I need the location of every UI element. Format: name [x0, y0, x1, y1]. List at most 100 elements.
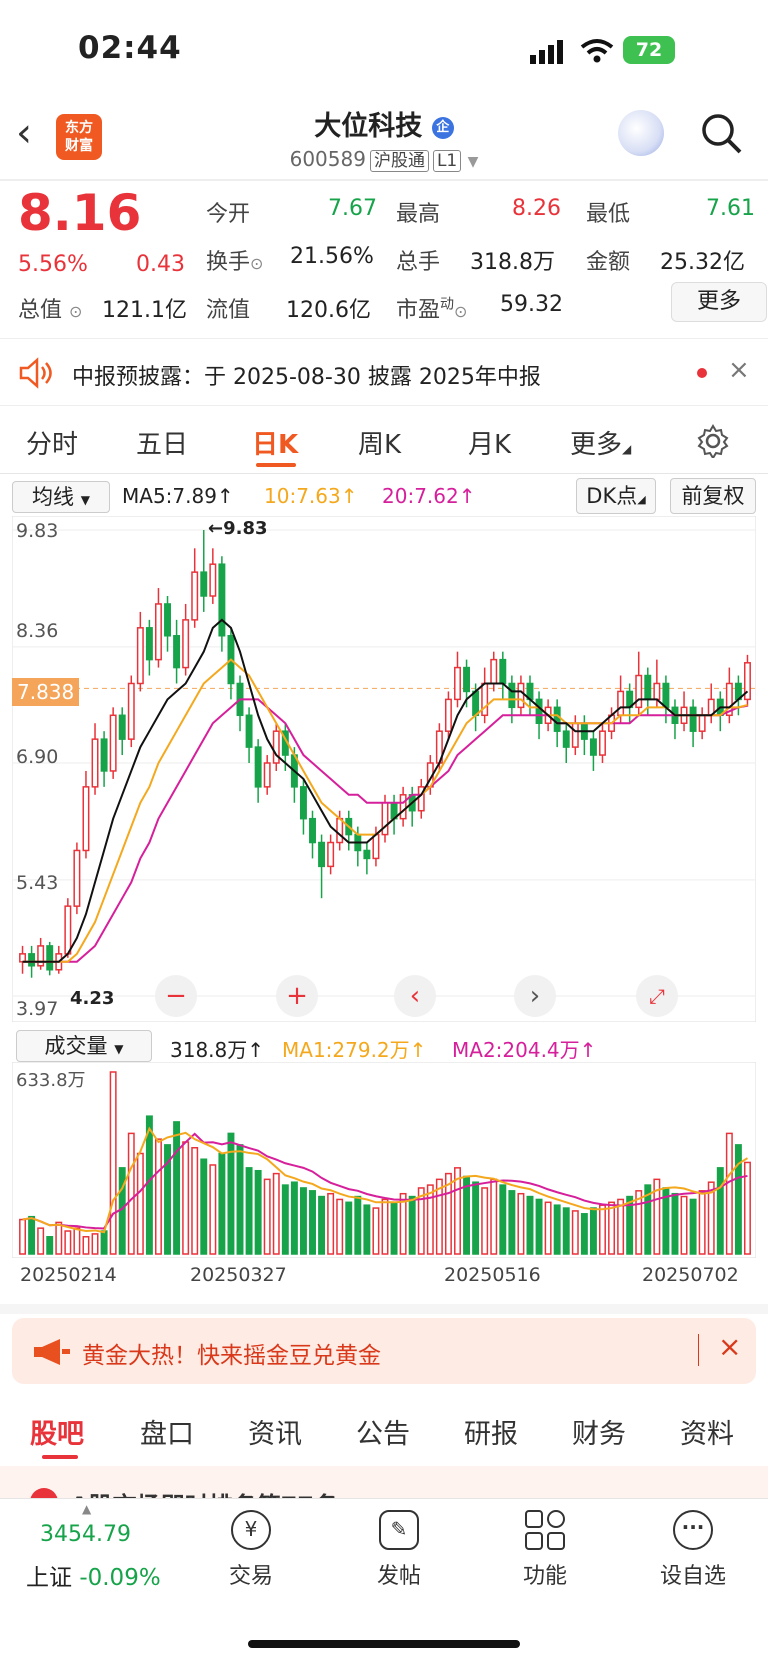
close-icon[interactable]: ×	[728, 355, 750, 385]
index-value[interactable]: 3454.79	[40, 1522, 131, 1547]
tab-guba[interactable]: 股吧	[30, 1412, 84, 1451]
tab-finance[interactable]: 财务	[572, 1412, 626, 1451]
last-price: 8.16	[18, 184, 142, 242]
volume-bar	[481, 1187, 489, 1255]
nav-functions[interactable]: 功能	[490, 1510, 600, 1590]
volume-bar	[336, 1198, 344, 1255]
volume-bar	[145, 1115, 153, 1255]
search-icon[interactable]	[700, 112, 744, 156]
kline-chart[interactable]	[12, 516, 756, 1022]
volume-bar	[426, 1184, 434, 1255]
volume-bar	[689, 1198, 697, 1255]
date-label: 20250516	[444, 1264, 541, 1286]
info-icon[interactable]: ⊙	[250, 254, 263, 273]
tab-profile[interactable]: 资料	[680, 1412, 734, 1451]
candle-body	[209, 563, 217, 597]
candle-body	[272, 730, 280, 764]
open-value: 7.67	[328, 196, 377, 221]
active-tab-indicator	[256, 463, 296, 467]
volume-bar	[127, 1132, 135, 1255]
ma10-value: 10:7.63↑	[264, 484, 358, 508]
volume-bar	[281, 1184, 289, 1255]
close-icon[interactable]: ×	[718, 1330, 741, 1363]
candle-body	[318, 841, 326, 868]
tab-pankou[interactable]: 盘口	[140, 1412, 194, 1451]
candle-body	[263, 762, 271, 788]
volume-bar	[472, 1181, 480, 1255]
status-bar: 02:44 72	[0, 0, 768, 100]
candle-body	[490, 658, 498, 685]
volume-value: 318.8万	[470, 250, 555, 275]
volume-bar	[272, 1172, 280, 1255]
settings-gear-icon[interactable]	[696, 424, 730, 458]
volume-selector-label: 成交量	[44, 1034, 108, 1058]
low-marker: 4.23	[70, 988, 115, 1009]
zoom-in-button[interactable]: +	[276, 975, 318, 1017]
index-row[interactable]: 上证 -0.09%	[26, 1558, 161, 1592]
volume-bar	[508, 1190, 516, 1255]
nav-post[interactable]: ✎ 发帖	[344, 1510, 454, 1590]
notice-text: 中报预披露：于 2025-08-30 披露 2025年中报	[72, 365, 541, 390]
volume-selector[interactable]: 成交量 ▼	[16, 1030, 152, 1062]
level-tag: L1	[432, 150, 462, 172]
candle-body	[617, 690, 625, 717]
volume-bar	[109, 1071, 117, 1255]
volume-bar	[55, 1221, 63, 1255]
tab-more[interactable]: 更多◢	[570, 424, 631, 461]
caret-down-icon: ▼	[467, 154, 479, 170]
volume-bar	[544, 1201, 552, 1255]
open-label: 今开	[206, 202, 251, 227]
tab-daily-k[interactable]: 日K	[252, 424, 298, 461]
nav-trade[interactable]: ¥ 交易	[196, 1510, 306, 1590]
volume-bar	[617, 1198, 625, 1255]
tab-intraday[interactable]: 分时	[26, 424, 78, 461]
candle-body	[19, 953, 26, 963]
volume-bar	[318, 1195, 326, 1255]
index-name: 上证	[26, 1565, 72, 1591]
tab-news[interactable]: 资讯	[248, 1412, 302, 1451]
tab-monthly-k[interactable]: 月K	[468, 424, 511, 461]
volume-chart[interactable]	[12, 1062, 756, 1258]
zoom-out-button[interactable]: −	[155, 975, 197, 1017]
volume-bar	[671, 1192, 679, 1255]
y-tick-label: 9.83	[16, 520, 59, 542]
info-icon[interactable]: ⊙	[69, 302, 82, 321]
battery-icon: 72	[623, 36, 675, 64]
volume-label: 总手	[396, 250, 441, 275]
volume-bar	[290, 1181, 298, 1255]
volume-bar	[82, 1236, 90, 1255]
tab-weekly-k[interactable]: 周K	[358, 424, 401, 461]
gold-banner[interactable]: 黄金大热！快来摇金豆兑黄金 ×	[12, 1318, 756, 1384]
more-quote-button[interactable]: 更多	[671, 282, 767, 322]
dropdown-icon: ▼	[80, 493, 90, 507]
tab-research[interactable]: 研报	[464, 1412, 518, 1451]
volume-bar	[562, 1207, 570, 1255]
info-icon[interactable]: ⊙	[454, 302, 467, 321]
dk-point-button[interactable]: DK点◢	[576, 478, 656, 514]
change-percent: 5.56%	[18, 252, 88, 277]
tab-more-label: 更多	[570, 430, 623, 460]
volume-bar	[218, 1152, 226, 1255]
fullscreen-button[interactable]: ⤢	[636, 975, 678, 1017]
dk-label: DK点	[586, 484, 638, 508]
trade-icon: ¥	[231, 1510, 271, 1550]
volume-bar	[100, 1230, 108, 1255]
candle-body	[454, 666, 461, 701]
adjust-button[interactable]: 前复权	[670, 478, 756, 514]
scroll-right-button[interactable]: ›	[514, 975, 556, 1017]
nav-add-watchlist[interactable]: ··· 设自选	[638, 1510, 748, 1590]
tab-five-day[interactable]: 五日	[136, 424, 188, 461]
notice-bar[interactable]: 中报预披露：于 2025-08-30 披露 2025年中报 ×	[0, 338, 768, 406]
volume-bar	[734, 1144, 742, 1255]
tab-announcements[interactable]: 公告	[356, 1412, 410, 1451]
candle-body	[653, 682, 661, 701]
candle-body	[644, 674, 652, 701]
ma-selector[interactable]: 均线 ▼	[12, 481, 110, 513]
volume-bar	[571, 1210, 579, 1255]
volume-bar	[154, 1138, 162, 1255]
y-tick-label: 8.36	[16, 620, 59, 642]
scroll-left-button[interactable]: ‹	[394, 975, 436, 1017]
low-value: 7.61	[706, 196, 755, 221]
float-value: 120.6亿	[286, 298, 371, 323]
assistant-robot-icon[interactable]	[618, 110, 664, 156]
